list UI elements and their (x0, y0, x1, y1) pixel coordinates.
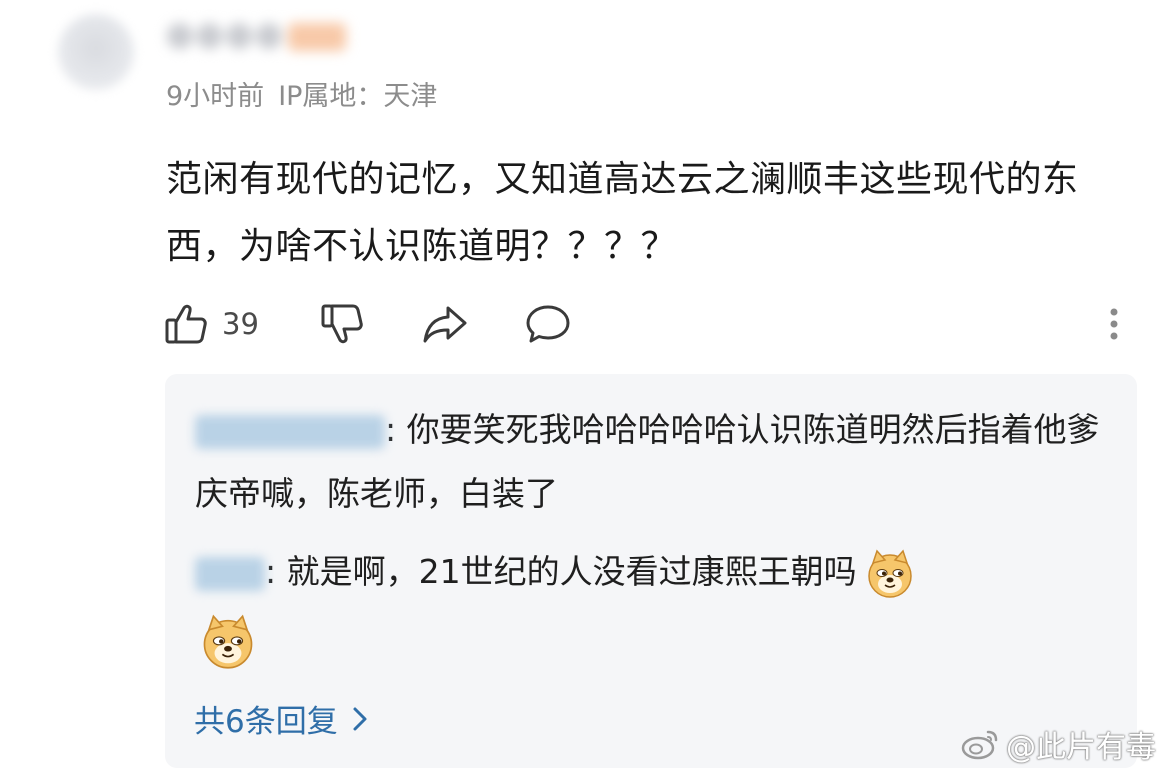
doge-emoji-icon (203, 614, 253, 669)
avatar[interactable] (58, 14, 134, 90)
watermark: @此片有毒 (960, 722, 1156, 766)
reply-button[interactable] (525, 296, 571, 352)
like-button[interactable]: 39 (164, 296, 259, 352)
comment-card: ●●●● ●● 9小时前 IP属地：天津 范闲有现代的记忆，又知道高达云之澜顺丰这些… (0, 0, 1170, 770)
reply-username[interactable] (195, 556, 265, 591)
view-all-replies-link[interactable]: 共6条回复 (194, 696, 368, 741)
watermark-text: @此片有毒 (1006, 730, 1156, 765)
total-replies-label: 共6条回复 (194, 704, 338, 740)
comment-meta: 9小时前 IP属地：天津 (166, 74, 437, 113)
ip-location: IP属地：天津 (278, 81, 438, 112)
more-options-button[interactable] (1100, 296, 1128, 352)
username[interactable]: ●●●● ●● (165, 14, 346, 54)
doge-emoji-icon (867, 549, 912, 598)
reply-text: 就是啊，21世纪的人没看过康熙王朝吗 (286, 552, 857, 591)
thumbs-up-icon (165, 304, 207, 344)
like-count: 39 (222, 307, 259, 341)
comment-text: 范闲有现代的记忆，又知道高达云之澜顺丰这些现代的东西，为啥不认识陈道明？？？？ (166, 159, 1079, 267)
reply-item[interactable]: : 就是啊，21世纪的人没看过康熙王朝吗 (195, 540, 1105, 604)
more-vertical-icon (1110, 308, 1118, 340)
share-button[interactable] (422, 296, 468, 352)
comment-time: 9小时前 (166, 81, 265, 112)
comment-bubble-icon (526, 305, 570, 343)
dislike-button[interactable] (320, 296, 364, 352)
share-arrow-icon (423, 306, 467, 343)
reply-emoji-line (200, 614, 256, 674)
reply-username[interactable] (195, 414, 385, 449)
chevron-right-icon (353, 707, 367, 730)
action-bar: 39 (0, 296, 1170, 352)
thumbs-down-icon (321, 304, 363, 344)
weibo-logo-icon (961, 730, 998, 760)
reply-item[interactable]: : 你要笑死我哈哈哈哈哈认识陈道明然后指着他爹庆帝喊，陈老师，白装了 (195, 398, 1105, 526)
